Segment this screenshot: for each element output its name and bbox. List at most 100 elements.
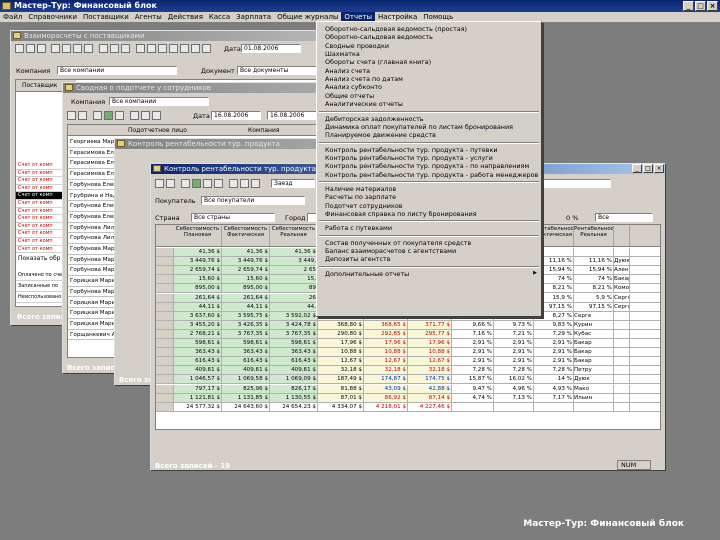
table-row[interactable]: 363,43 $363,43 $363,43 $10,88 $10,88 $10… — [156, 348, 660, 358]
doc-icon[interactable] — [99, 44, 108, 53]
row-selector[interactable] — [156, 266, 174, 275]
table-row[interactable]: 409,61 $409,61 $409,61 $32,18 $32,18 $32… — [156, 366, 660, 376]
row-selector[interactable] — [156, 275, 174, 284]
menu-item[interactable]: Действия — [165, 12, 206, 22]
filter-select[interactable]: Все — [595, 213, 653, 222]
menu-item[interactable]: Контроль рентабельности тур. продукта - … — [325, 171, 538, 180]
open-icon[interactable] — [26, 44, 35, 53]
menu-item[interactable]: Депозиты агентств — [325, 255, 390, 264]
grid-icon[interactable] — [202, 44, 211, 53]
column-header[interactable]: Рентабельность Реальная — [574, 226, 614, 246]
print-icon[interactable] — [203, 179, 212, 188]
grid-icon[interactable] — [180, 44, 189, 53]
doc-icon[interactable] — [141, 111, 150, 120]
company-select[interactable]: Все компании — [57, 66, 177, 75]
grid-icon[interactable] — [169, 44, 178, 53]
date-field[interactable] — [541, 179, 611, 188]
minimize-icon[interactable]: _ — [683, 1, 694, 11]
row-selector[interactable] — [156, 348, 174, 357]
filter-icon[interactable] — [214, 179, 223, 188]
print-icon[interactable] — [84, 44, 93, 53]
table-row[interactable]: 24 577,32 $24 643,60 $24 654,23 $4 334,0… — [156, 402, 660, 412]
docs-select[interactable]: Все документы — [237, 66, 327, 75]
maximize-icon[interactable]: □ — [695, 1, 706, 11]
company-select[interactable]: Все компании — [109, 97, 209, 106]
buyer-select[interactable]: Все покупатели — [201, 196, 305, 205]
column-header[interactable]: Себестоимость Фактическая — [222, 226, 270, 246]
close-icon[interactable]: × — [707, 1, 718, 11]
close-doc-icon[interactable] — [67, 111, 76, 120]
tool-icon[interactable] — [51, 44, 60, 53]
column-header[interactable]: Себестоимость Плановая — [174, 226, 222, 246]
table-row[interactable]: 1 046,57 $1 069,58 $1 069,09 $187,49 $17… — [156, 375, 660, 385]
doc-icon[interactable] — [251, 179, 260, 188]
table-row[interactable]: 616,43 $616,43 $616,43 $12,67 $12,67 $12… — [156, 357, 660, 367]
menu-item[interactable]: Зарплата — [233, 12, 274, 22]
table-row[interactable]: 3 455,20 $3 426,35 $3 424,78 $368,80 $36… — [156, 320, 660, 330]
table-row[interactable]: 1 121,81 $1 131,85 $1 130,55 $87,01 $86,… — [156, 393, 660, 403]
menu-item[interactable]: Финансовая справка по листу бронирования — [325, 210, 477, 219]
close-doc-icon[interactable] — [15, 44, 24, 53]
open-icon[interactable] — [78, 111, 87, 120]
row-selector[interactable] — [156, 375, 174, 384]
doc-icon[interactable] — [240, 179, 249, 188]
excel-icon[interactable] — [104, 111, 113, 120]
grid-icon[interactable] — [158, 44, 167, 53]
tool-icon[interactable] — [62, 44, 71, 53]
menu-item[interactable]: Поставщики — [80, 12, 132, 22]
period-select[interactable]: Заезд — [271, 179, 315, 188]
filter-icon[interactable] — [136, 44, 145, 53]
save-icon[interactable] — [37, 44, 46, 53]
row-selector[interactable] — [156, 320, 174, 329]
maximize-icon[interactable]: □ — [643, 164, 653, 173]
grid-icon[interactable] — [147, 44, 156, 53]
row-selector[interactable] — [156, 311, 174, 320]
row-selector[interactable] — [156, 284, 174, 293]
column-header[interactable] — [614, 226, 630, 246]
date-to-field[interactable]: 16.08.2006 — [267, 111, 317, 120]
menu-item[interactable]: Дополнительные отчеты — [325, 270, 409, 279]
row-selector[interactable] — [156, 366, 174, 375]
window-title-bar[interactable]: Взаиморасчеты с поставщиками — [11, 31, 339, 41]
table-row[interactable]: 797,17 $825,96 $826,17 $81,88 $43,09 $42… — [156, 384, 660, 394]
row-selector[interactable] — [156, 402, 174, 411]
doc-icon[interactable] — [121, 44, 130, 53]
excel-icon[interactable] — [73, 44, 82, 53]
column-header[interactable]: Подотчетное лицо — [128, 125, 187, 136]
row-selector[interactable] — [156, 339, 174, 348]
row-selector[interactable] — [156, 357, 174, 366]
menu-item[interactable]: Справочники — [25, 12, 80, 22]
country-select[interactable]: Все страны — [191, 213, 275, 222]
row-selector[interactable] — [156, 257, 174, 266]
menu-item[interactable]: Агенты — [132, 12, 165, 22]
doc-icon[interactable] — [229, 179, 238, 188]
date-from-field[interactable]: 16.08.2006 — [211, 111, 261, 120]
doc-icon[interactable] — [130, 111, 139, 120]
row-selector[interactable] — [156, 329, 174, 338]
menu-item[interactable]: Планируемое движение средств — [325, 131, 436, 140]
row-selector[interactable] — [156, 302, 174, 311]
excel-icon[interactable] — [192, 179, 201, 188]
menu-item[interactable]: Аналитические отчеты — [325, 100, 403, 109]
menu-item[interactable]: Работа с путевками — [325, 224, 392, 233]
table-row[interactable]: 2 768,21 $3 767,35 $3 767,35 $290,80 $29… — [156, 329, 660, 339]
grid-icon[interactable] — [191, 44, 200, 53]
table-row[interactable]: 598,61 $598,61 $598,61 $17,96 $17,96 $17… — [156, 339, 660, 349]
menu-item[interactable]: Касса — [206, 12, 233, 22]
menu-item[interactable]: Файл — [0, 12, 25, 22]
open-icon[interactable] — [166, 179, 175, 188]
reports-menu[interactable]: Оборотно-сальдовая ведомость (простая) Об… — [316, 21, 542, 317]
doc-icon[interactable] — [152, 111, 161, 120]
row-selector[interactable] — [156, 293, 174, 302]
row-selector[interactable] — [156, 384, 174, 393]
row-selector[interactable] — [156, 248, 174, 257]
print-icon[interactable] — [115, 111, 124, 120]
date-from-field[interactable]: 01.08.2006 — [241, 44, 301, 53]
doc-icon[interactable] — [110, 44, 119, 53]
grid-icon[interactable] — [181, 179, 190, 188]
grid-icon[interactable] — [93, 111, 102, 120]
column-header[interactable]: Себестоимость Реальная — [270, 226, 318, 246]
column-header[interactable]: Компания — [248, 125, 280, 136]
row-selector[interactable] — [156, 393, 174, 402]
minimize-icon[interactable]: _ — [632, 164, 642, 173]
